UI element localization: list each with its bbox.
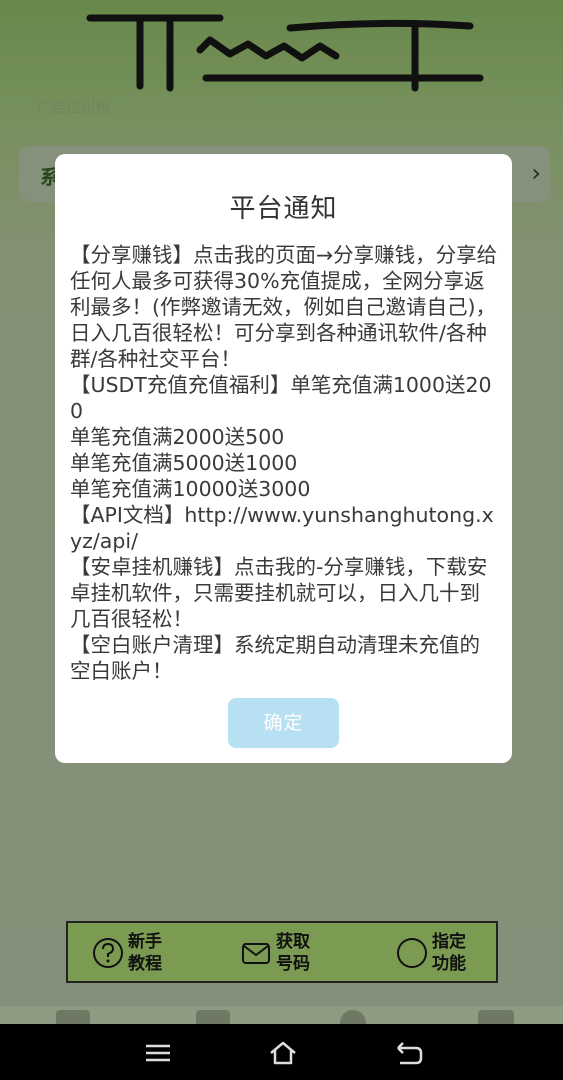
platform-notice-dialog: 平台通知 【分享赚钱】点击我的页面→分享赚钱，分享给任何人最多可获得30%充值提… [55, 154, 512, 763]
confirm-button[interactable]: 确定 [228, 698, 339, 748]
quick-action-label: 新手 教程 [128, 932, 162, 974]
quick-action-bar: 新手 教程 获取 号码 指定 功能 [66, 921, 498, 983]
system-navigation-bar [0, 1024, 563, 1080]
tab-home-icon[interactable] [56, 1010, 90, 1024]
question-circle-icon [93, 938, 123, 968]
circle-icon [397, 938, 427, 968]
dialog-message: 【分享赚钱】点击我的页面→分享赚钱，分享给任何人最多可获得30%充值提成，全网分… [70, 243, 498, 683]
beginner-tutorial-button[interactable]: 新手 教程 [92, 929, 168, 977]
get-number-button[interactable]: 获取 号码 [240, 929, 316, 977]
menu-icon[interactable] [143, 1040, 173, 1066]
home-icon[interactable] [268, 1040, 298, 1066]
dialog-title: 平台通知 [229, 194, 338, 224]
tab-orders-icon[interactable] [196, 1010, 230, 1024]
envelope-icon [242, 943, 270, 964]
back-icon[interactable] [394, 1040, 424, 1066]
quick-action-label: 指定 功能 [432, 932, 466, 974]
quick-action-label: 获取 号码 [276, 932, 310, 974]
tab-profile-icon[interactable] [478, 1010, 514, 1024]
designated-function-button[interactable]: 指定 功能 [396, 929, 472, 977]
